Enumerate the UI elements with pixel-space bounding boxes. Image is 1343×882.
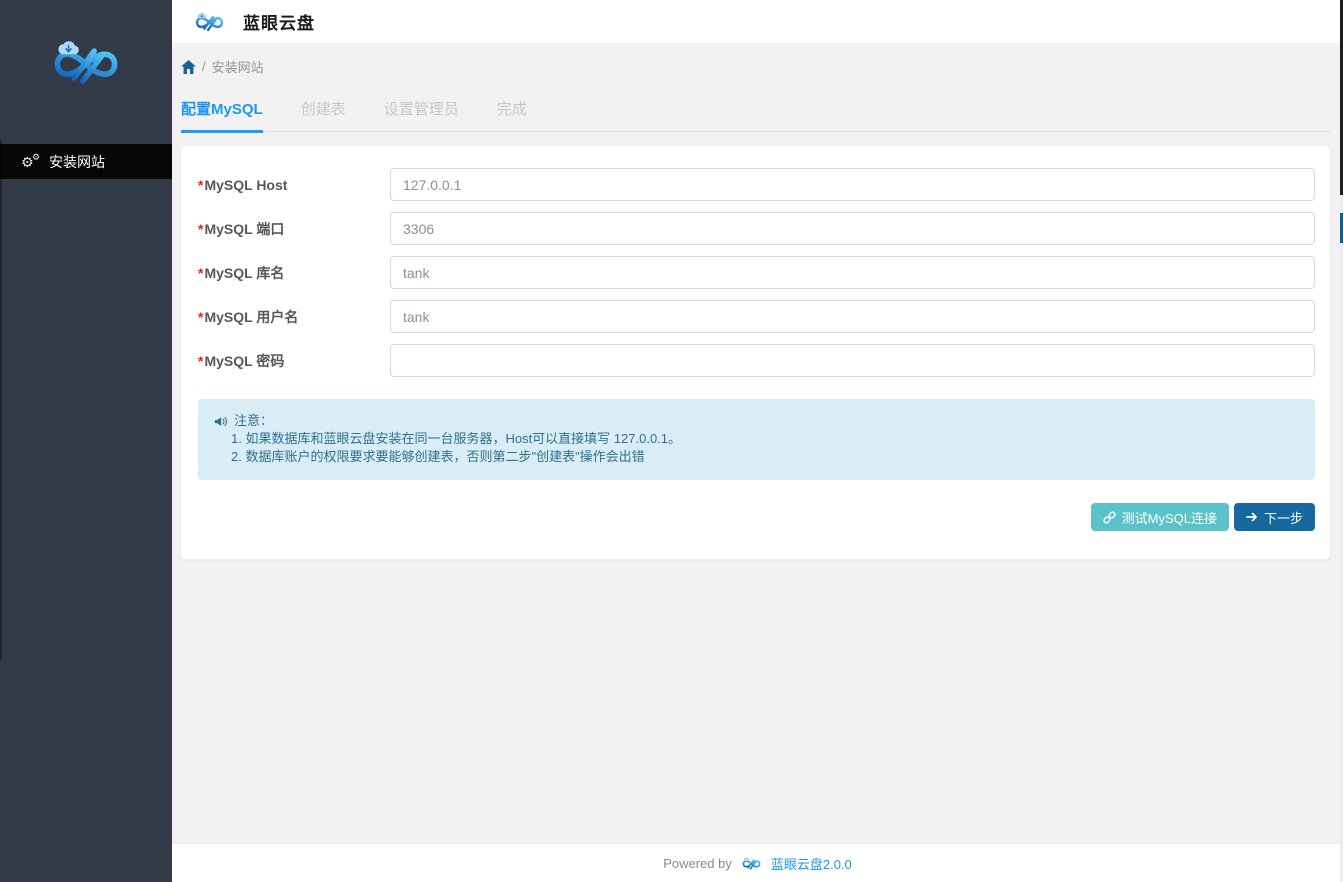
- test-mysql-connection-button[interactable]: 测试MySQL连接: [1091, 503, 1229, 531]
- mysql-config-panel: *MySQL Host *MySQL 端口 *MySQL 库名 *MySQL 用…: [180, 145, 1331, 560]
- mysql-host-input[interactable]: [390, 168, 1315, 201]
- form-row-host: *MySQL Host: [198, 168, 1315, 201]
- sidebar-item-install-website[interactable]: ⚙⚙ 安装网站: [0, 144, 172, 179]
- link-icon: [1103, 511, 1116, 524]
- sidebar-menu: ⚙⚙ 安装网站: [0, 144, 172, 179]
- notice-title: 注意：: [234, 412, 273, 430]
- required-asterisk: *: [198, 265, 203, 281]
- main-area: 蓝眼云盘 / 安装网站 配置MySQL 创建表 设置管理员 完成: [172, 0, 1343, 882]
- tab-configure-mysql[interactable]: 配置MySQL: [181, 92, 263, 133]
- mysql-username-input[interactable]: [390, 300, 1315, 333]
- required-asterisk: *: [198, 177, 203, 193]
- footer-logo-icon: [738, 855, 765, 872]
- wizard-tabs: 配置MySQL 创建表 设置管理员 完成: [180, 92, 1331, 132]
- field-label-database: *MySQL 库名: [198, 263, 390, 283]
- gears-icon: ⚙⚙: [21, 154, 43, 170]
- header: 蓝眼云盘: [172, 0, 1343, 43]
- arrow-right-icon: [1246, 511, 1258, 523]
- notice-item: 2. 数据库账户的权限要求要能够创建表，否则第二步"创建表"操作会出错: [214, 448, 1299, 466]
- cloud-infinity-logo-icon: [39, 33, 133, 93]
- form-row-port: *MySQL 端口: [198, 212, 1315, 245]
- sidebar-logo: [0, 0, 172, 93]
- breadcrumb-current: 安装网站: [212, 57, 264, 76]
- app-title: 蓝眼云盘: [243, 9, 315, 34]
- mysql-database-input[interactable]: [390, 256, 1315, 289]
- mysql-password-input[interactable]: [390, 344, 1315, 377]
- notice-item: 1. 如果数据库和蓝眼云盘安装在同一台服务器，Host可以直接填写 127.0.…: [214, 430, 1299, 448]
- header-logo-icon[interactable]: [189, 9, 230, 35]
- tab-finish[interactable]: 完成: [497, 92, 527, 133]
- field-label-host: *MySQL Host: [198, 177, 390, 193]
- notice-alert: 注意： 1. 如果数据库和蓝眼云盘安装在同一台服务器，Host可以直接填写 12…: [198, 399, 1315, 480]
- sidebar: ⚙⚙ 安装网站: [0, 0, 172, 882]
- required-asterisk: *: [198, 353, 203, 369]
- form-row-username: *MySQL 用户名: [198, 300, 1315, 333]
- next-step-button[interactable]: 下一步: [1234, 503, 1315, 531]
- content: / 安装网站 配置MySQL 创建表 设置管理员 完成 *MySQL Host …: [172, 43, 1343, 843]
- required-asterisk: *: [198, 221, 203, 237]
- breadcrumb: / 安装网站: [180, 43, 1331, 92]
- required-asterisk: *: [198, 309, 203, 325]
- home-icon: [181, 60, 196, 74]
- footer: Powered by 蓝眼云盘2.0.0: [172, 843, 1343, 882]
- field-label-username: *MySQL 用户名: [198, 307, 390, 327]
- mysql-port-input[interactable]: [390, 212, 1315, 245]
- install-page: ⚙⚙ 安装网站 蓝眼云盘 /: [0, 0, 1343, 882]
- bullhorn-icon: [214, 415, 228, 428]
- field-label-port: *MySQL 端口: [198, 219, 390, 239]
- powered-by-text: Powered by: [663, 856, 732, 871]
- tab-set-admin[interactable]: 设置管理员: [384, 92, 459, 133]
- tab-create-tables[interactable]: 创建表: [301, 92, 346, 133]
- notice-title-row: 注意：: [214, 412, 1299, 430]
- version-link[interactable]: 蓝眼云盘2.0.0: [771, 854, 852, 873]
- form-row-password: *MySQL 密码: [198, 344, 1315, 377]
- sidebar-item-label: 安装网站: [49, 152, 105, 172]
- sidebar-edge-shadow: [0, 140, 2, 660]
- breadcrumb-separator: /: [202, 59, 206, 74]
- breadcrumb-home-link[interactable]: [181, 60, 196, 74]
- form-row-database: *MySQL 库名: [198, 256, 1315, 289]
- field-label-password: *MySQL 密码: [198, 351, 390, 371]
- actions-bar: 测试MySQL连接 下一步: [198, 503, 1315, 531]
